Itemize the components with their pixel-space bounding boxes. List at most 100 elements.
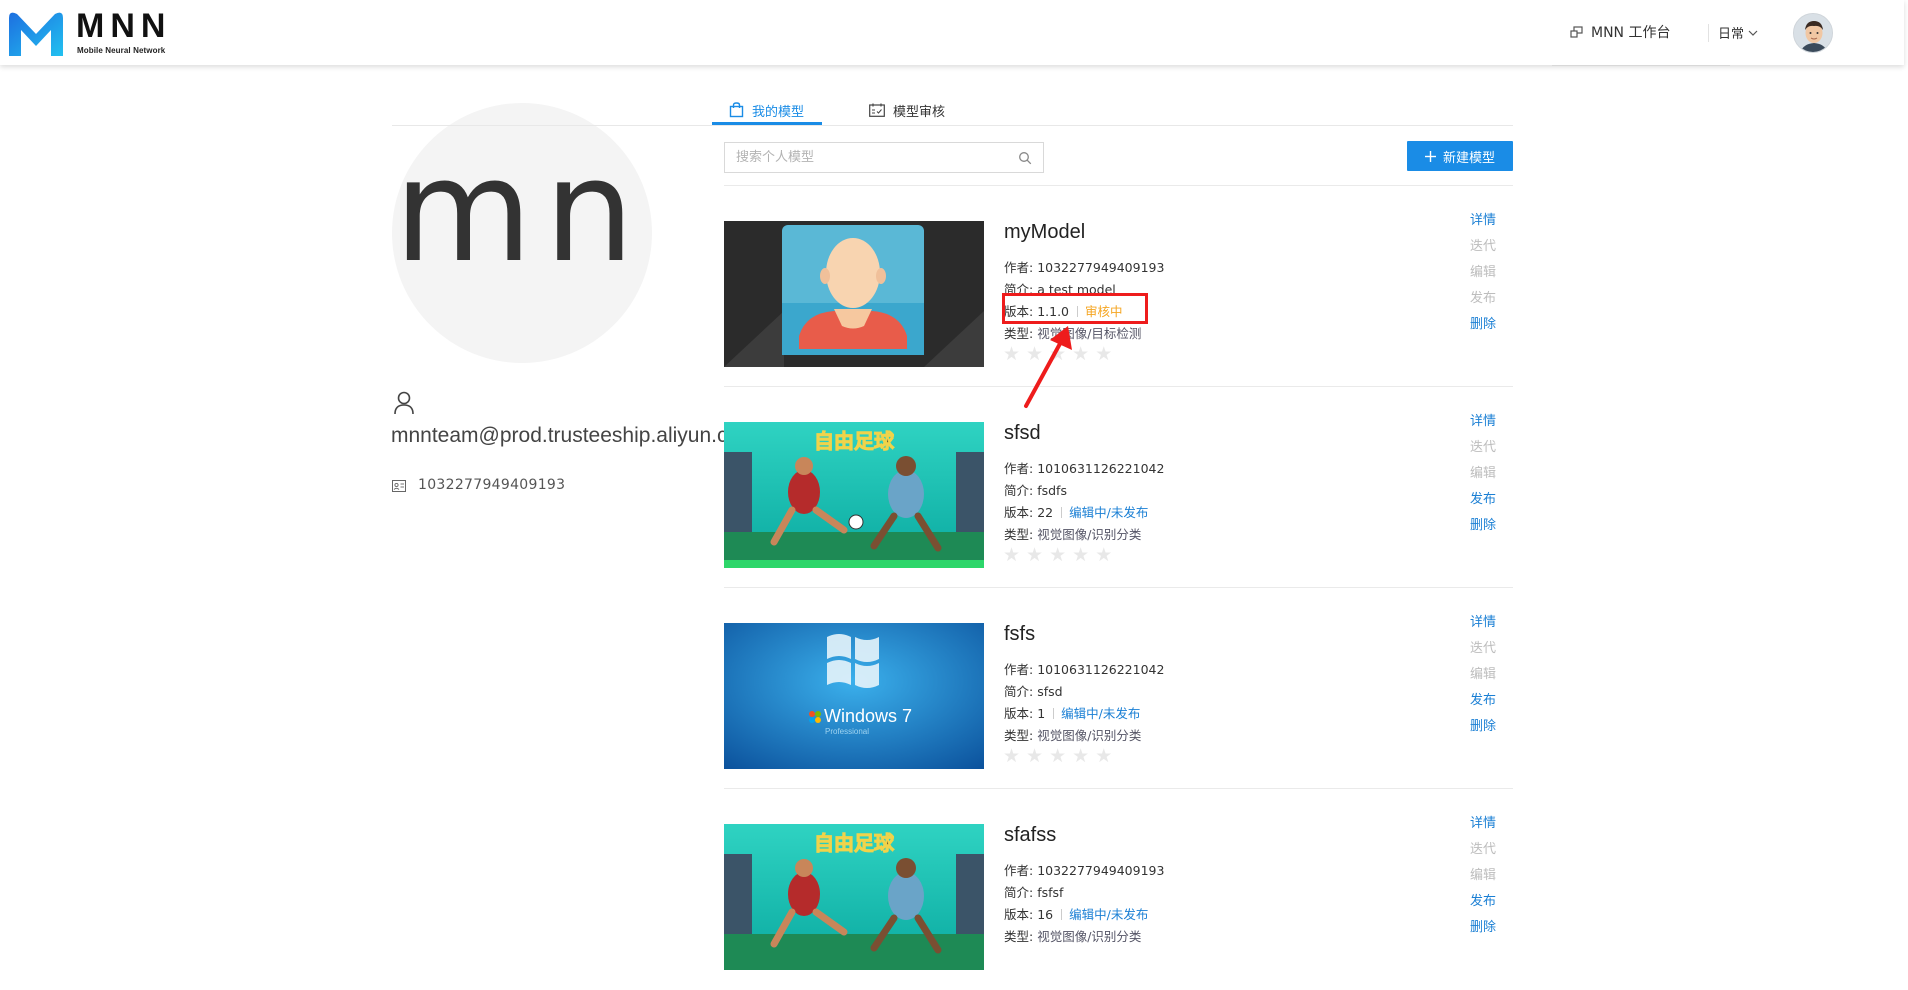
publish-link[interactable]: 发布 (1470, 689, 1496, 708)
model-thumbnail[interactable]: 自由足球 (724, 422, 984, 568)
version-divider (1061, 507, 1063, 518)
iterate-link[interactable]: 迭代 (1470, 436, 1496, 455)
type-label: 类型: (1004, 929, 1034, 944)
mnn-logo-icon[interactable] (7, 8, 65, 58)
soccer-game-thumbnail: 自由足球 (724, 422, 984, 568)
profile-user-id: 1032277949409193 (418, 477, 566, 493)
star-icon[interactable]: ★ (1072, 546, 1089, 565)
model-author: 作者: 1010631126221042 (1004, 458, 1164, 477)
model-name[interactable]: fsfs (1004, 623, 1035, 646)
star-icon[interactable]: ★ (1026, 546, 1043, 565)
tabs-divider (392, 125, 1513, 126)
model-thumbnail[interactable]: Windows 7 Professional (724, 623, 984, 769)
model-card: 自由足球 sfafss 作者: 1032277949409193 简介: fsf… (724, 789, 1513, 990)
delete-link[interactable]: 删除 (1470, 514, 1496, 533)
edit-link[interactable]: 编辑 (1470, 462, 1496, 481)
version-divider (1061, 909, 1063, 920)
detail-link[interactable]: 详情 (1470, 611, 1496, 630)
user-avatar[interactable] (1793, 13, 1833, 53)
publish-link[interactable]: 发布 (1470, 488, 1496, 507)
new-model-label: 新建模型 (1442, 150, 1495, 166)
publish-link[interactable]: 发布 (1470, 890, 1496, 909)
model-type: 类型: 视觉图像/识别分类 (1004, 524, 1141, 543)
logo-text: MNN (76, 7, 172, 45)
intro-label: 简介: (1004, 684, 1034, 699)
star-icon[interactable]: ★ (1026, 747, 1043, 766)
star-icon[interactable]: ★ (1095, 345, 1112, 364)
type-value: 视觉图像/识别分类 (1037, 728, 1142, 743)
environment-dropdown[interactable]: 日常 (1718, 23, 1758, 42)
model-name[interactable]: sfsd (1004, 422, 1041, 445)
model-thumbnail[interactable] (724, 221, 984, 367)
publish-link[interactable]: 发布 (1470, 287, 1496, 306)
author-label: 作者: (1004, 260, 1034, 275)
model-intro: 简介: sfsd (1004, 681, 1063, 700)
detail-link[interactable]: 详情 (1470, 410, 1496, 429)
model-thumbnail[interactable]: 自由足球 (724, 824, 984, 970)
intro-label: 简介: (1004, 885, 1034, 900)
delete-link[interactable]: 删除 (1470, 313, 1496, 332)
search-icon[interactable] (1018, 151, 1032, 165)
edit-link[interactable]: 编辑 (1470, 261, 1496, 280)
version-divider (1053, 708, 1055, 719)
detail-link[interactable]: 详情 (1470, 209, 1496, 228)
intro-value: fsfsf (1037, 885, 1064, 900)
version-value: 16 (1037, 907, 1054, 922)
detail-link[interactable]: 详情 (1470, 812, 1496, 831)
edit-link[interactable]: 编辑 (1470, 864, 1496, 883)
iterate-link[interactable]: 迭代 (1470, 637, 1496, 656)
author-value: 1032277949409193 (1037, 863, 1165, 878)
tab-model-review[interactable]: 模型审核 (869, 94, 945, 126)
thumbnail-subtitle: Professional (825, 727, 869, 736)
star-icon[interactable]: ★ (1049, 546, 1066, 565)
iterate-link[interactable]: 迭代 (1470, 235, 1496, 254)
model-author: 作者: 1032277949409193 (1004, 860, 1164, 879)
new-model-button[interactable]: 新建模型 (1407, 141, 1513, 171)
workbench-link[interactable]: MNN 工作台 (1570, 22, 1670, 42)
star-icon[interactable]: ★ (1072, 747, 1089, 766)
model-intro: 简介: fsfsf (1004, 882, 1063, 901)
thumbnail-title: Windows 7 (824, 706, 912, 726)
type-label: 类型: (1004, 728, 1034, 743)
model-name[interactable]: myModel (1004, 221, 1085, 244)
profile-avatar: mn (392, 103, 652, 363)
delete-link[interactable]: 删除 (1470, 916, 1496, 935)
iterate-link[interactable]: 迭代 (1470, 838, 1496, 857)
author-label: 作者: (1004, 461, 1034, 476)
model-version: 版本: 1 编辑中/未发布 (1004, 703, 1140, 722)
version-label: 版本: (1004, 505, 1034, 520)
delete-link[interactable]: 删除 (1470, 715, 1496, 734)
author-label: 作者: (1004, 662, 1034, 677)
author-value: 1010631126221042 (1037, 662, 1165, 677)
version-value: 1 (1037, 706, 1046, 721)
status-badge: 编辑中/未发布 (1061, 706, 1141, 721)
star-icon[interactable]: ★ (1003, 546, 1020, 565)
annotation-arrow-icon (1024, 326, 1072, 408)
rating-stars[interactable]: ★ ★ ★ ★ ★ (1003, 747, 1112, 766)
rating-stars[interactable]: ★ ★ ★ ★ ★ (1003, 546, 1112, 565)
star-icon[interactable]: ★ (1095, 747, 1112, 766)
model-card: Windows 7 Professional fsfs 作者: 10106311… (724, 588, 1513, 789)
version-value: 22 (1037, 505, 1054, 520)
edit-link[interactable]: 编辑 (1470, 663, 1496, 682)
star-icon[interactable]: ★ (1049, 747, 1066, 766)
svg-text:自由足球: 自由足球 (814, 831, 895, 855)
status-badge: 编辑中/未发布 (1069, 907, 1149, 922)
intro-value: fsdfs (1037, 483, 1067, 498)
star-icon[interactable]: ★ (1095, 546, 1112, 565)
header-underline (1552, 65, 1730, 66)
star-icon[interactable]: ★ (1003, 747, 1020, 766)
status-badge: 编辑中/未发布 (1069, 505, 1149, 520)
version-label: 版本: (1004, 907, 1034, 922)
tab-model-review-label: 模型审核 (893, 104, 946, 120)
logo-subtitle: Mobile Neural Network (77, 46, 166, 55)
intro-label: 简介: (1004, 483, 1034, 498)
windows-7-thumbnail: Windows 7 Professional (724, 623, 984, 769)
type-value: 视觉图像/识别分类 (1037, 527, 1142, 542)
model-name[interactable]: sfafss (1004, 824, 1056, 847)
type-value: 视觉图像/识别分类 (1037, 929, 1142, 944)
type-label: 类型: (1004, 527, 1034, 542)
plus-icon (1424, 150, 1436, 162)
search-input[interactable] (725, 143, 1010, 172)
author-value: 1032277949409193 (1037, 260, 1165, 275)
